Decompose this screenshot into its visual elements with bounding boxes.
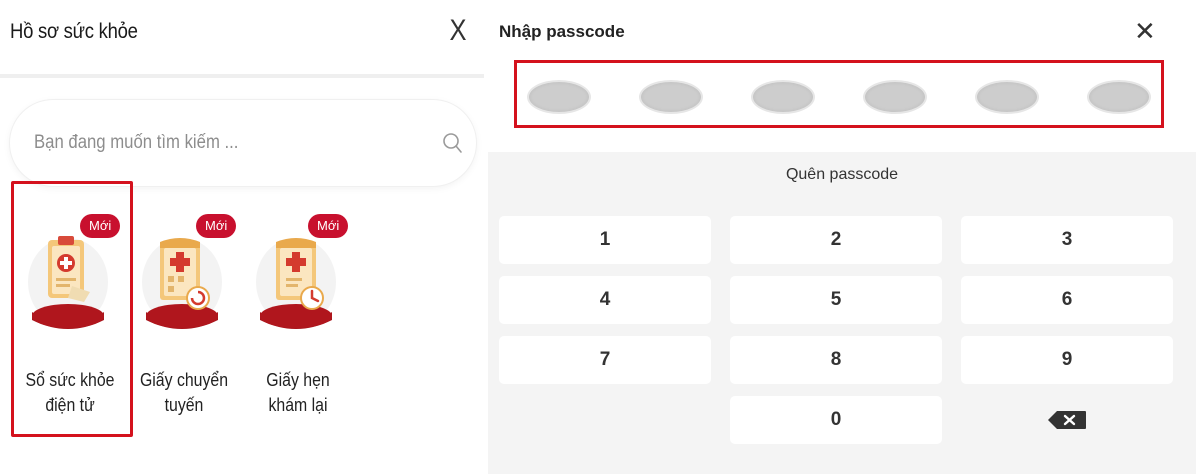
key-9[interactable]: 9 bbox=[961, 336, 1173, 384]
page-title: Hồ sơ sức khỏe bbox=[10, 20, 138, 43]
key-2[interactable]: 2 bbox=[730, 216, 942, 264]
passcode-dot bbox=[751, 80, 815, 114]
key-0[interactable]: 0 bbox=[730, 396, 942, 444]
passcode-dot bbox=[527, 80, 591, 114]
passcode-title: Nhập passcode bbox=[499, 22, 625, 41]
passcode-dot bbox=[639, 80, 703, 114]
item-label: Sổ sức khỏe điện tử bbox=[25, 370, 115, 415]
passcode-panel: Nhập passcode ✕ Quên passcode 1 2 3 4 5 … bbox=[488, 0, 1196, 474]
item-label: Giấy hẹn khám lại bbox=[266, 370, 330, 415]
close-icon[interactable]: X bbox=[450, 14, 467, 48]
referral-paper-item[interactable]: Mới Giấy chuyển tuyến bbox=[124, 186, 244, 436]
key-8[interactable]: 8 bbox=[730, 336, 942, 384]
search-input[interactable]: Bạn đang muốn tìm kiếm ... bbox=[10, 100, 476, 186]
passcode-dot bbox=[863, 80, 927, 114]
passcode-dots bbox=[514, 60, 1164, 128]
backspace-key[interactable] bbox=[961, 396, 1173, 444]
search-placeholder: Bạn đang muốn tìm kiếm ... bbox=[34, 132, 239, 153]
key-7[interactable]: 7 bbox=[499, 336, 711, 384]
key-3[interactable]: 3 bbox=[961, 216, 1173, 264]
close-icon[interactable]: ✕ bbox=[1134, 16, 1156, 47]
re-examination-appointment-item[interactable]: Mới Giấy hẹn khám lại bbox=[238, 186, 358, 436]
key-5[interactable]: 5 bbox=[730, 276, 942, 324]
key-1[interactable]: 1 bbox=[499, 216, 711, 264]
divider bbox=[0, 74, 484, 78]
passcode-header: Nhập passcode ✕ bbox=[488, 0, 1196, 152]
new-badge: Mới bbox=[196, 214, 237, 238]
search-icon[interactable] bbox=[440, 130, 466, 156]
passcode-dot bbox=[975, 80, 1039, 114]
key-6[interactable]: 6 bbox=[961, 276, 1173, 324]
health-records-panel: Hồ sơ sức khỏe X Bạn đang muốn tìm kiếm … bbox=[0, 0, 484, 474]
new-badge: Mới bbox=[80, 214, 121, 238]
key-4[interactable]: 4 bbox=[499, 276, 711, 324]
new-badge: Mới bbox=[308, 214, 349, 238]
electronic-health-book-item[interactable]: Mới Sổ sức khỏe điện tử bbox=[10, 186, 130, 436]
item-label: Giấy chuyển tuyến bbox=[139, 370, 229, 415]
forgot-passcode-link[interactable]: Quên passcode bbox=[488, 166, 1196, 184]
passcode-dot bbox=[1087, 80, 1151, 114]
backspace-icon bbox=[1048, 411, 1086, 429]
panel-header: Hồ sơ sức khỏe X bbox=[0, 0, 484, 72]
